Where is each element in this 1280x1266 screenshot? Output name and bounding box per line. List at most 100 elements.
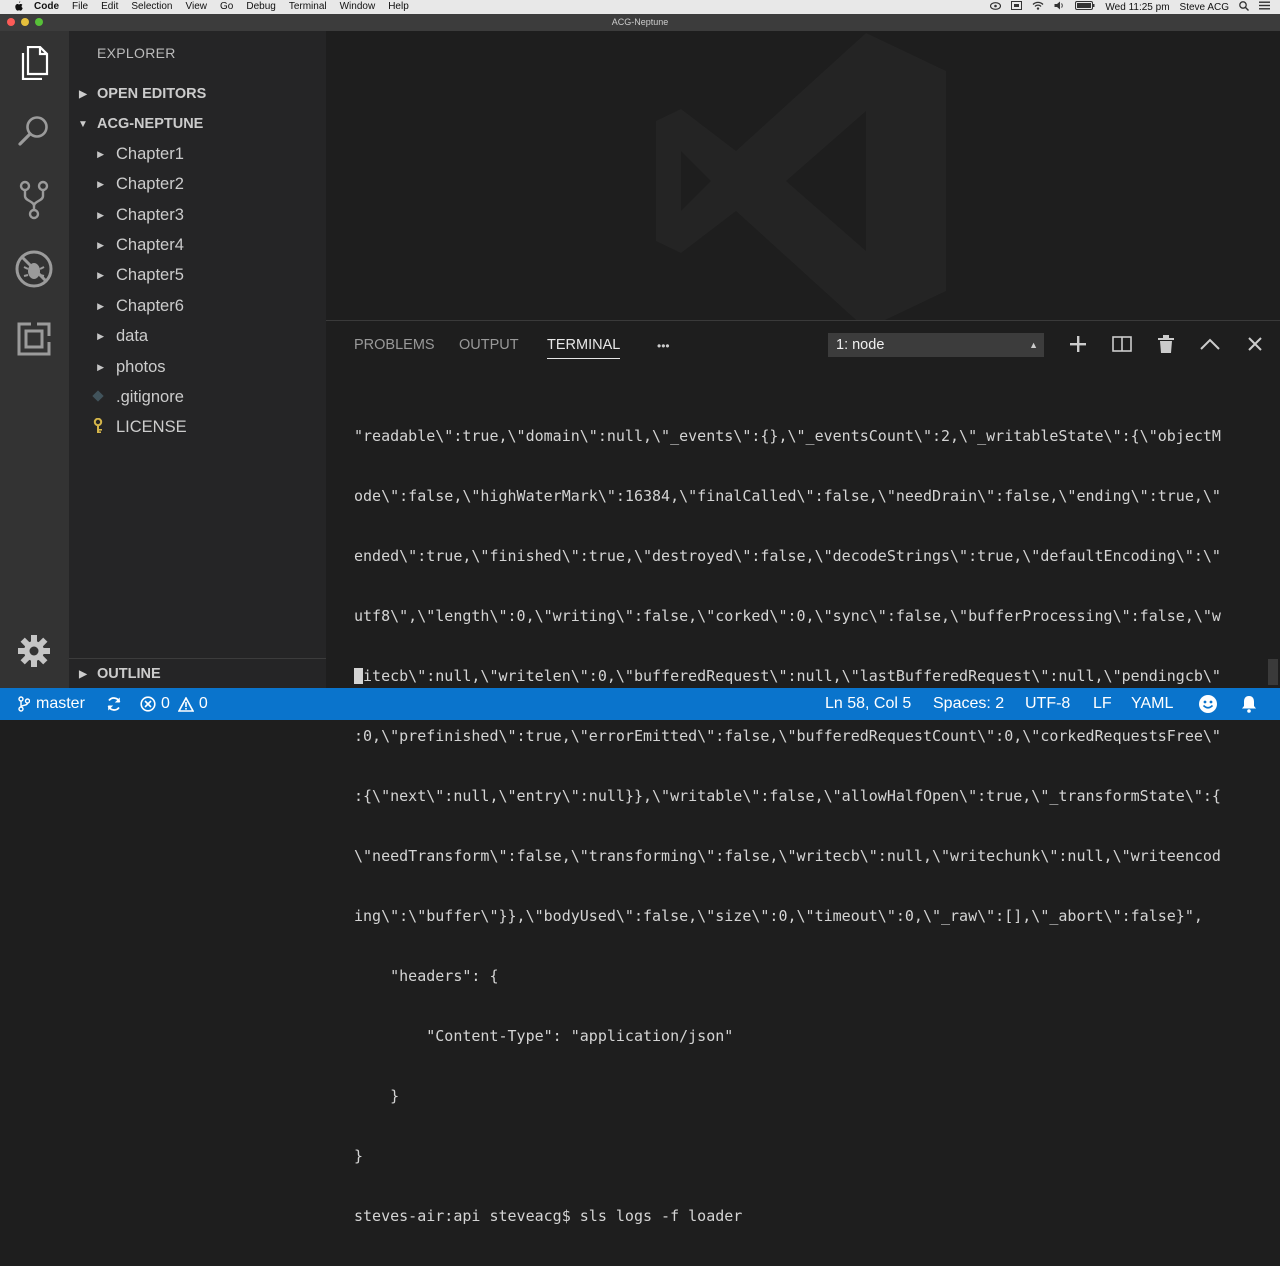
clock[interactable]: Wed 11:25 pm [1105,2,1169,13]
tree-item-label: LICENSE [116,417,187,436]
end-of-line[interactable]: LF [1093,688,1112,720]
tree-item-label: data [116,326,149,345]
zoom-window-button[interactable] [35,18,43,26]
terminal-output[interactable]: "readable\":true,\"domain\":null,\"_even… [354,386,1254,1266]
more-actions-icon[interactable]: ••• [657,339,670,353]
terminal-prompt-line: steves-air:api steveacg$ sls logs -f loa… [354,1207,743,1225]
search-activity[interactable] [12,111,56,155]
chevron-right-icon: ▶ [79,668,87,680]
open-editors-section[interactable]: ▶ OPEN EDITORS [69,79,326,109]
tree-item-chapter2[interactable]: ▶ Chapter2 [69,169,326,199]
tab-output[interactable]: OUTPUT [459,337,519,353]
editor-area[interactable] [326,31,1280,320]
terminal-line: :{\"next\":null,\"entry\":null}},\"writa… [354,787,1221,805]
chevron-right-icon: ▶ [97,330,104,341]
tree-item-photos[interactable]: ▶ photos [69,352,326,382]
error-count: 0 [161,695,170,712]
apple-icon[interactable] [12,0,24,14]
notifications-button[interactable] [1241,688,1257,720]
volume-icon[interactable] [1054,1,1065,13]
tree-item-chapter6[interactable]: ▶ Chapter6 [69,291,326,321]
tab-problems[interactable]: PROBLEMS [354,337,435,353]
warning-count: 0 [198,695,208,712]
cursor-position[interactable]: Ln 58, Col 5 [825,688,911,720]
language-mode[interactable]: YAML [1131,688,1173,720]
git-file-icon [69,390,116,404]
source-control-activity[interactable] [12,180,56,224]
window-title-bar: ACG-Neptune [0,14,1280,31]
tree-item-data[interactable]: ▶ data [69,321,326,351]
branch-indicator[interactable]: master [18,688,85,720]
menu-debug[interactable]: Debug [246,0,275,14]
terminal-select-value: 1: node [836,337,885,353]
tree-item-label: Chapter1 [116,144,184,163]
chevron-right-icon: ▶ [79,88,87,100]
outline-label: OUTLINE [97,666,161,682]
error-icon [140,696,156,712]
new-terminal-button[interactable] [1067,335,1089,357]
tree-item-chapter5[interactable]: ▶ Chapter5 [69,260,326,290]
tree-item-chapter1[interactable]: ▶ Chapter1 [69,139,326,169]
explorer-activity[interactable] [12,43,56,87]
menu-app-name[interactable]: Code [34,0,59,14]
project-section[interactable]: ▼ ACG-NEPTUNE [69,109,326,139]
tree-item-chapter3[interactable]: ▶ Chapter3 [69,200,326,230]
indentation[interactable]: Spaces: 2 [933,688,1004,720]
menu-edit[interactable]: Edit [101,0,118,14]
split-icon [1112,335,1132,357]
search-icon [17,114,51,153]
chevron-down-icon: ▼ [78,118,88,130]
menu-help[interactable]: Help [388,0,409,14]
terminal-line: "Content-Type": "application/json" [354,1027,734,1045]
manage-activity[interactable] [12,631,56,675]
menu-selection[interactable]: Selection [131,0,172,14]
spotlight-search-icon[interactable] [1239,0,1249,14]
macos-menu-bar: Code File Edit Selection View Go Debug T… [0,0,1280,14]
problems-indicator[interactable]: 0 0 [140,688,208,720]
terminal-scrollbar[interactable] [1268,659,1278,685]
menu-go[interactable]: Go [220,0,233,14]
battery-icon[interactable] [1075,1,1095,13]
extensions-activity[interactable] [12,319,56,363]
terminal-line: "headers": { [354,967,499,985]
screen-icon[interactable] [1011,1,1023,13]
tree-item-gitignore[interactable]: .gitignore [69,382,326,412]
tree-item-label: Chapter3 [116,205,184,224]
close-panel-button[interactable] [1244,335,1266,357]
chevron-right-icon: ▶ [97,178,104,189]
wifi-icon[interactable] [1032,1,1044,13]
tree-item-chapter4[interactable]: ▶ Chapter4 [69,230,326,260]
menu-file[interactable]: File [72,0,88,14]
open-editors-label: OPEN EDITORS [97,86,207,102]
minimize-window-button[interactable] [21,18,29,26]
sync-button[interactable] [106,688,122,720]
debug-activity[interactable] [12,249,56,293]
outline-section[interactable]: ▶ OUTLINE [69,658,326,689]
notification-center-icon[interactable] [1259,1,1270,13]
menu-terminal[interactable]: Terminal [289,0,327,14]
bell-icon [1241,695,1257,713]
tree-item-label: Chapter4 [116,235,184,254]
menu-window[interactable]: Window [340,0,376,14]
tab-terminal[interactable]: TERMINAL [547,337,621,359]
kill-terminal-button[interactable] [1155,334,1177,357]
split-terminal-button[interactable] [1111,335,1133,357]
branch-name: master [36,695,85,712]
tree-item-license[interactable]: LICENSE [69,412,326,442]
maximize-panel-button[interactable] [1199,335,1221,357]
feedback-button[interactable] [1198,688,1218,720]
license-key-icon [69,417,116,436]
files-icon [19,45,49,85]
chevron-up-icon [1200,337,1220,355]
plus-icon [1070,335,1086,357]
menu-view[interactable]: View [186,0,208,14]
terminal-line: } [354,1087,400,1105]
debug-no-bug-icon [14,249,54,294]
chevron-right-icon: ▶ [97,300,104,311]
terminal-select[interactable]: 1: node ▲ [828,333,1044,357]
close-window-button[interactable] [7,18,15,26]
user-name[interactable]: Steve ACG [1180,2,1229,13]
tree-item-label: .gitignore [116,387,184,406]
encoding[interactable]: UTF-8 [1025,688,1070,720]
creative-cloud-icon[interactable] [990,1,1002,13]
